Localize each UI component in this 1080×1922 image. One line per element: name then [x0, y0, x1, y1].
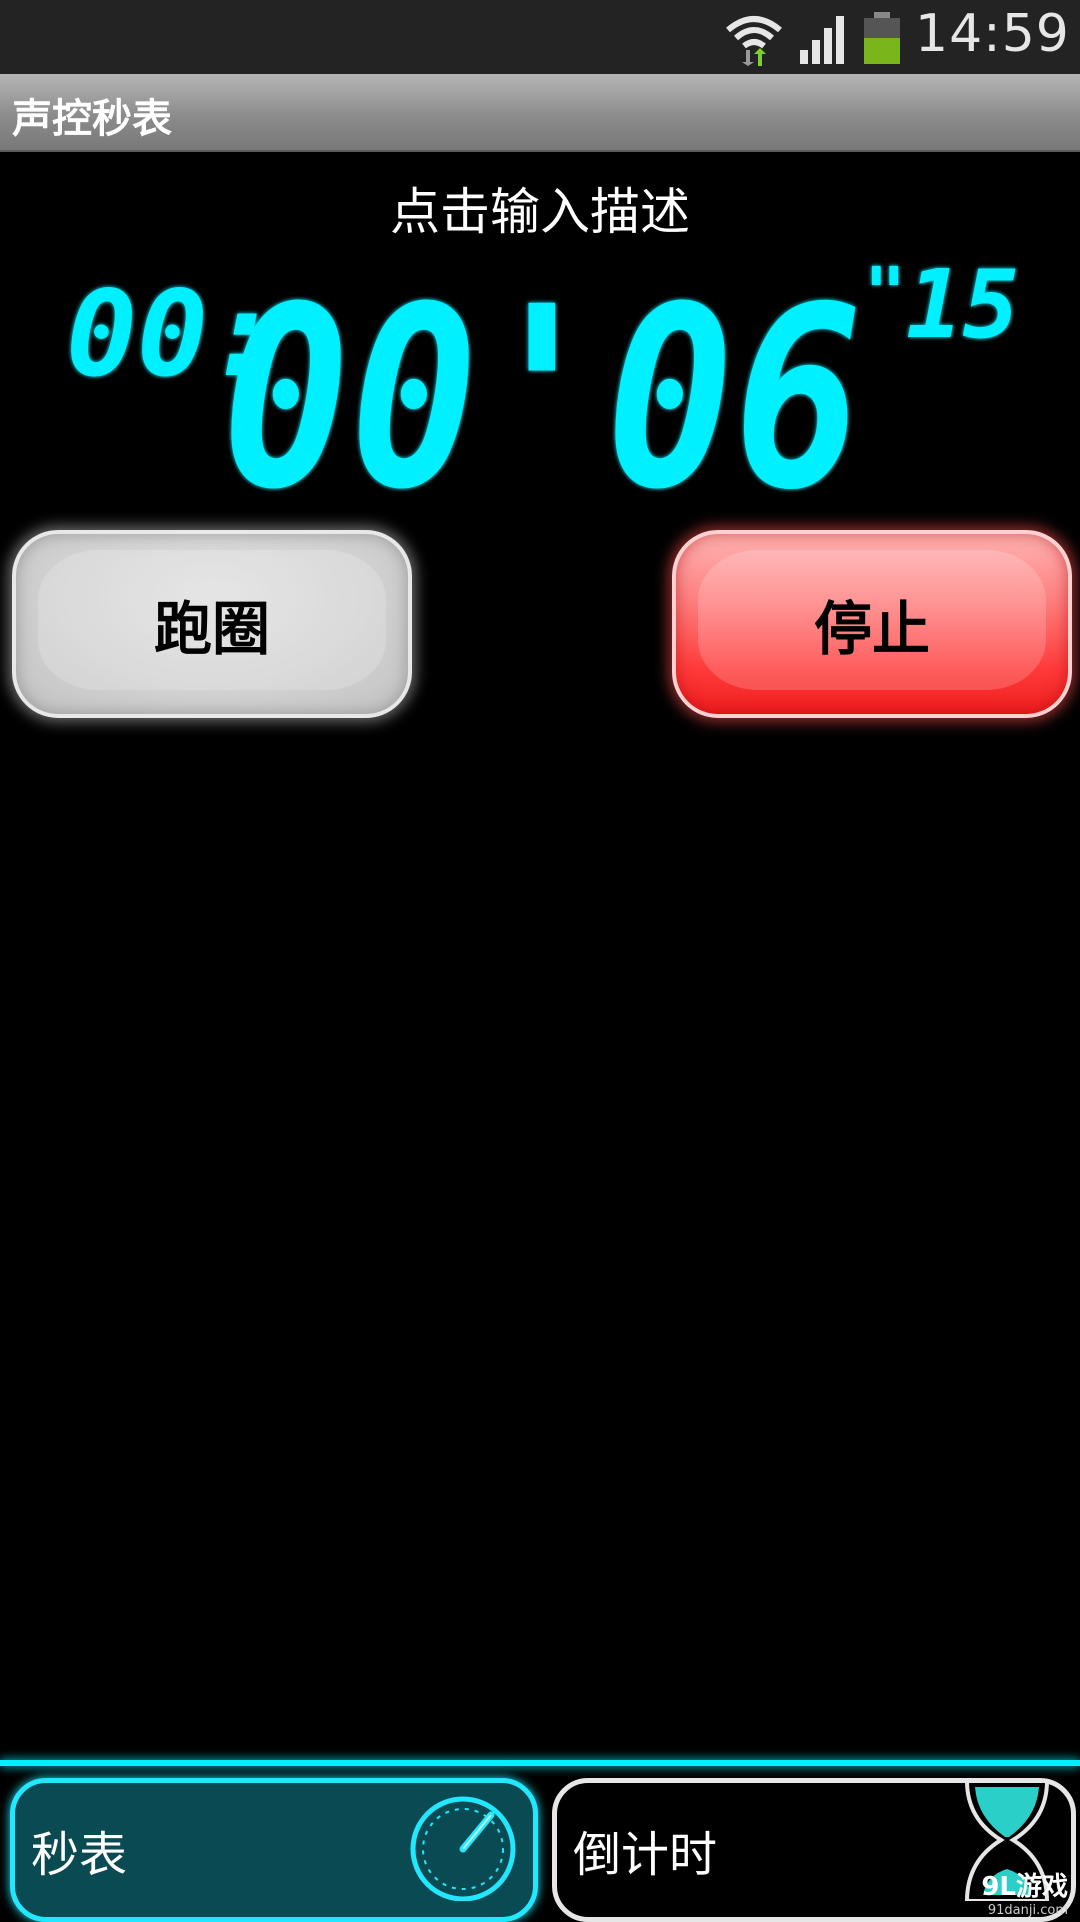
time-display: 00: 00'06 " 15 — [0, 245, 1080, 505]
time-minutes-seconds: 00'06 — [222, 253, 862, 505]
app-title-bar: 声控秒表 — [0, 74, 1080, 152]
description-field[interactable]: 点击输入描述 — [0, 172, 1080, 244]
app-title: 声控秒表 — [12, 96, 172, 142]
stop-button-label: 停止 — [813, 595, 930, 663]
battery-icon — [864, 12, 900, 64]
stopwatch-icon — [410, 1796, 516, 1901]
watermark-url: 91danji.com — [987, 1903, 1068, 1918]
time-hundredths: 15 — [906, 251, 1019, 360]
status-bar: 14:59 — [0, 0, 1080, 74]
tab-stopwatch[interactable]: 秒表 — [10, 1778, 538, 1922]
tab-bar-divider — [0, 1760, 1080, 1766]
signal-icon — [800, 16, 844, 64]
watermark: 9L游戏 91danji.com — [981, 1866, 1068, 1918]
wifi-icon — [726, 16, 782, 66]
watermark-logo: 9L游戏 — [981, 1872, 1068, 1902]
tab-countdown-label: 倒计时 — [573, 1827, 718, 1883]
tab-stopwatch-label: 秒表 — [31, 1827, 128, 1883]
status-clock: 14:59 — [915, 4, 1070, 64]
lap-button[interactable]: 跑圈 — [12, 530, 412, 718]
time-second-mark: " — [864, 252, 906, 334]
stop-button[interactable]: 停止 — [672, 530, 1072, 718]
lap-button-label: 跑圈 — [153, 595, 270, 663]
